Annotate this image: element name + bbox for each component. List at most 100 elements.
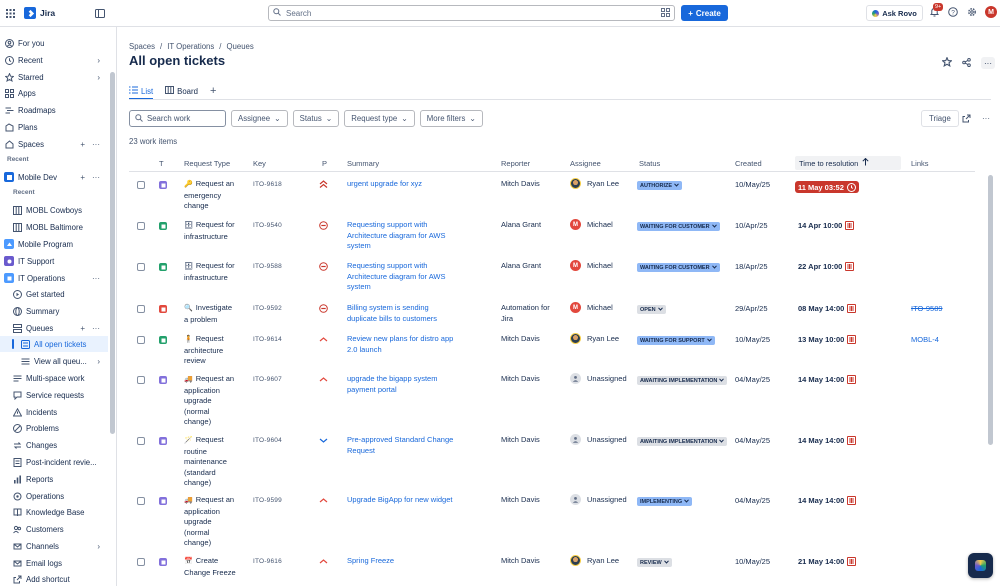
sidebar-item-customers[interactable]: Customers (0, 521, 108, 537)
column-header-t[interactable]: T (159, 159, 164, 168)
column-header-status[interactable]: Status (639, 159, 660, 168)
sidebar-item-incidents[interactable]: Incidents (0, 404, 108, 420)
more-actions-icon[interactable]: ··· (92, 173, 100, 182)
status-dropdown[interactable]: REVIEW (637, 558, 672, 567)
table-row[interactable]: 🚚 Request an application upgrade (normal chan… (129, 494, 975, 557)
share-icon[interactable] (962, 57, 971, 69)
status-dropdown[interactable]: WAITING FOR SUPPORT (637, 336, 715, 345)
jira-logo-icon[interactable] (24, 7, 36, 19)
sidebar-item-post-incident-reviews[interactable]: Post-incident revie... (0, 454, 108, 470)
sidebar-item-mobl-baltimore[interactable]: MOBL Baltimore (0, 219, 108, 235)
sidebar-item-recent[interactable]: Recent › (0, 52, 108, 68)
sidebar-item-spaces[interactable]: Spaces + ··· (0, 136, 108, 152)
sidebar-item-roadmaps[interactable]: Roadmaps (0, 102, 108, 118)
user-avatar[interactable]: M (985, 6, 997, 18)
issue-key[interactable]: ITO-9607 (253, 376, 282, 383)
tab-list[interactable]: List (129, 84, 154, 100)
row-checkbox[interactable] (137, 437, 145, 445)
add-view-icon[interactable]: + (210, 85, 216, 97)
breadcrumb-it-operations[interactable]: IT Operations (167, 42, 214, 51)
add-space-icon[interactable]: + (80, 140, 85, 149)
breadcrumb-queues[interactable]: Queues (226, 42, 253, 51)
status-dropdown[interactable]: AWAITING IMPLEMENTATION (637, 437, 728, 446)
status-dropdown[interactable]: WAITING FOR CUSTOMER (637, 222, 720, 231)
row-checkbox[interactable] (137, 305, 145, 313)
star-icon[interactable] (941, 56, 953, 69)
status-dropdown[interactable]: AWAITING IMPLEMENTATION (637, 376, 728, 385)
add-queue-icon[interactable]: + (80, 324, 85, 333)
sidebar-item-multi-space-work[interactable]: Multi-space work (0, 370, 108, 386)
table-row[interactable]: 🚚 Request an application upgrade (normal chan… (129, 373, 975, 436)
app-name[interactable]: Jira (40, 8, 55, 18)
summary-link[interactable]: Billing system is sending duplicate bills… (347, 303, 492, 324)
summary-link[interactable]: Requesting support with Architecture diag… (347, 220, 492, 252)
sidebar-item-service-requests[interactable]: Service requests (0, 387, 108, 403)
assignee-cell[interactable]: M Michael (570, 260, 613, 271)
assignee-cell[interactable]: Ryan Lee (570, 333, 619, 344)
sidebar-item-view-all-queues[interactable]: View all queu... › (0, 353, 108, 369)
row-checkbox[interactable] (137, 376, 145, 384)
issue-key[interactable]: ITO-9540 (253, 222, 282, 229)
chevron-right-icon[interactable]: › (97, 357, 100, 366)
summary-link[interactable]: Pre-approved Standard Change Request (347, 435, 492, 456)
sidebar-item-changes[interactable]: Changes (0, 437, 108, 453)
column-header-assignee[interactable]: Assignee (570, 159, 601, 168)
status-dropdown[interactable]: WAITING FOR CUSTOMER (637, 263, 720, 272)
column-header-reporter[interactable]: Reporter (501, 159, 530, 168)
settings-gear-icon[interactable] (966, 6, 978, 18)
row-checkbox[interactable] (137, 263, 145, 271)
assignee-cell[interactable]: Ryan Lee (570, 178, 619, 189)
table-row[interactable]: 📅 Create Change Freeze ITO-9616 Spring Freez… (129, 555, 975, 586)
assignee-cell[interactable]: M Michael (570, 219, 613, 230)
sidebar-item-all-open-tickets[interactable]: All open tickets (0, 336, 108, 352)
more-actions-icon[interactable]: ··· (92, 140, 100, 149)
status-dropdown[interactable]: IMPLEMENTING (637, 497, 693, 506)
linked-issue[interactable]: MOBL-4 (911, 335, 939, 344)
more-actions-button[interactable]: ··· (981, 57, 995, 69)
sidebar-item-plans[interactable]: Plans (0, 119, 108, 135)
sidebar-item-apps[interactable]: Apps (0, 85, 108, 101)
sidebar-item-starred[interactable]: Starred › (0, 69, 108, 85)
status-filter-dropdown[interactable]: Status ⌄ (292, 110, 340, 127)
assignee-cell[interactable]: Unassigned (570, 494, 627, 505)
row-checkbox[interactable] (137, 558, 145, 566)
table-row[interactable]: 🗄 Request for infrastructure ITO-9588 Reques… (129, 260, 975, 304)
sidebar-item-it-support[interactable]: IT Support (0, 253, 108, 269)
sidebar-item-mobl-cowboys[interactable]: MOBL Cowboys (0, 202, 108, 218)
table-row[interactable]: 🔍 Investigate a problem ITO-9592 Billing sys… (129, 302, 975, 335)
sidebar-item-problems[interactable]: Problems (0, 420, 108, 436)
summary-link[interactable]: Review new plans for distro app 2.0 launc… (347, 334, 492, 355)
column-header-key[interactable]: Key (253, 159, 266, 168)
app-switcher-icon[interactable] (4, 7, 16, 19)
sidebar-item-operations[interactable]: Operations (0, 488, 108, 504)
row-checkbox[interactable] (137, 336, 145, 344)
chevron-right-icon[interactable]: › (97, 56, 100, 65)
status-dropdown[interactable]: OPEN (637, 305, 666, 314)
column-header-priority[interactable]: P (322, 159, 327, 168)
summary-link[interactable]: Spring Freeze (347, 556, 492, 567)
row-checkbox[interactable] (137, 222, 145, 230)
search-filter-icon[interactable] (661, 7, 670, 19)
table-row[interactable]: 🧍 Request architecture review ITO-9614 Review… (129, 333, 975, 375)
add-icon[interactable]: + (80, 173, 85, 182)
status-dropdown[interactable]: AUTHORIZE (637, 181, 683, 190)
linked-issue[interactable]: ITO-9589 (911, 304, 943, 313)
create-button[interactable]: + Create (681, 5, 728, 21)
row-checkbox[interactable] (137, 181, 145, 189)
issue-key[interactable]: ITO-9588 (253, 263, 282, 270)
sidebar-scrollbar[interactable] (110, 72, 115, 434)
sidebar-item-email-logs[interactable]: Email logs (0, 555, 108, 571)
sidebar-item-mobile-program[interactable]: Mobile Program (0, 236, 108, 252)
more-options-icon[interactable]: ··· (979, 110, 993, 127)
column-header-created[interactable]: Created (735, 159, 762, 168)
triage-button[interactable]: Triage (921, 110, 959, 127)
column-header-request-type[interactable]: Request Type (184, 159, 230, 168)
more-filters-dropdown[interactable]: More filters ⌄ (419, 110, 483, 127)
ask-rovo-button[interactable]: Ask Rovo (866, 5, 923, 21)
more-actions-icon[interactable]: ··· (92, 324, 100, 333)
sidebar-toggle-icon[interactable] (94, 7, 106, 19)
issue-key[interactable]: ITO-9592 (253, 305, 282, 312)
sidebar-item-for-you[interactable]: For you (0, 35, 108, 51)
request-type-filter-dropdown[interactable]: Request type ⌄ (344, 110, 415, 127)
sidebar-item-it-operations[interactable]: IT Operations ··· (0, 270, 108, 286)
